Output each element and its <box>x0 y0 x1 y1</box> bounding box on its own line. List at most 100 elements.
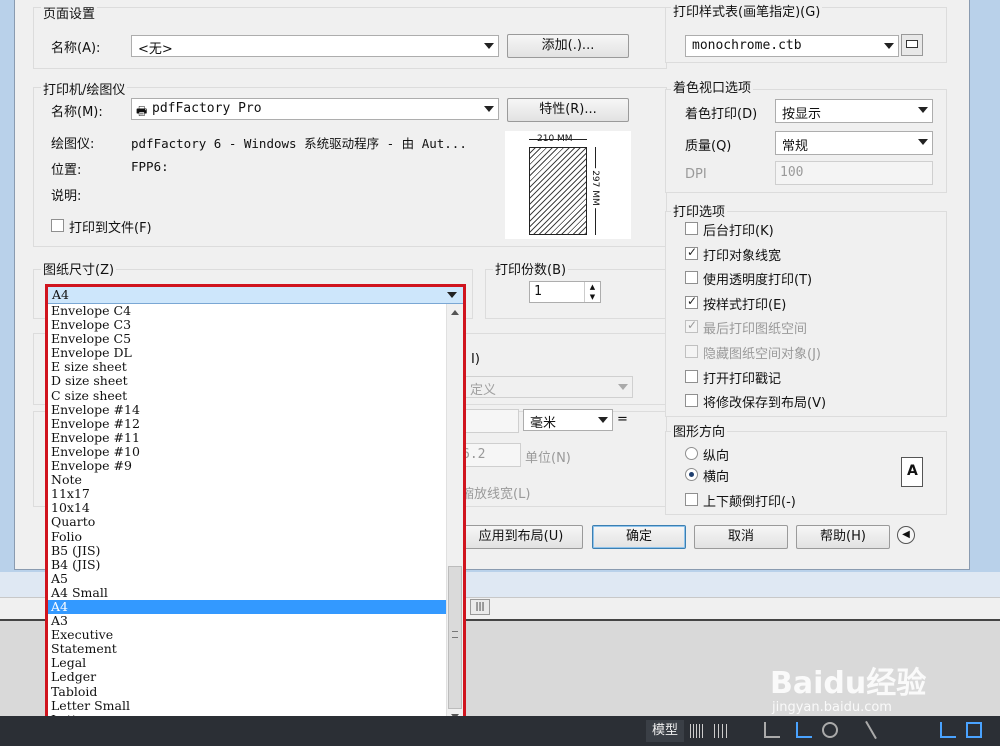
plotter-label: 绘图仪: <box>51 137 95 152</box>
paper-size-option[interactable]: 11x17 <box>48 487 446 501</box>
upside-down-checkbox[interactable] <box>685 493 698 506</box>
chevron-down-icon <box>598 417 608 423</box>
paper-size-option[interactable]: Letter Small <box>48 698 446 713</box>
landscape-radio[interactable] <box>685 468 698 481</box>
location-label: 位置: <box>51 163 82 178</box>
plot-style-select[interactable]: monochrome.ctb <box>685 35 899 57</box>
plot-option-label: 打印对象线宽 <box>703 248 782 264</box>
paper-size-option[interactable]: A3 <box>48 613 446 628</box>
chevron-down-icon <box>484 43 494 49</box>
paper-size-option[interactable]: Envelope #9 <box>48 458 446 473</box>
preview-width-line <box>529 139 587 140</box>
paper-size-option[interactable]: Ledger <box>48 670 446 684</box>
plot-option-checkbox[interactable] <box>685 271 698 285</box>
ortho-icon[interactable] <box>764 722 780 738</box>
chevron-down-icon <box>484 106 494 112</box>
paper-size-dropdown[interactable]: A4 Envelope C4 Envelope C3 Envelope C5 Enve… <box>45 284 466 728</box>
portrait-radio[interactable] <box>685 447 698 460</box>
scroll-up-icon[interactable] <box>451 310 459 315</box>
paper-size-option[interactable]: A4 <box>48 599 446 615</box>
osnap-icon[interactable] <box>822 722 838 738</box>
properties-button[interactable]: 特性(R)... <box>507 98 629 122</box>
polar-icon[interactable] <box>796 722 812 738</box>
plot-style-title: 打印样式表(画笔指定)(G) <box>671 1 823 20</box>
plot-option-checkbox[interactable] <box>685 369 698 383</box>
spin-down-icon[interactable]: ▼ <box>584 292 600 302</box>
plot-option-checkbox[interactable] <box>685 222 698 235</box>
spin-up-icon[interactable]: ▲ <box>584 282 600 292</box>
dynamic-input-icon[interactable] <box>940 722 956 738</box>
unit-select[interactable]: 毫米 <box>523 409 613 431</box>
scroll-thumb[interactable] <box>448 566 462 709</box>
paper-size-option[interactable]: C size sheet <box>48 388 446 403</box>
paper-size-option[interactable]: Folio <box>48 529 446 544</box>
selection-cycling-icon[interactable] <box>966 722 982 738</box>
paper-size-option[interactable]: Envelope C3 <box>48 317 446 332</box>
plot-options-title: 打印选项 <box>671 201 728 220</box>
paper-size-option[interactable]: 10x14 <box>48 501 446 515</box>
portrait-label: 纵向 <box>703 449 730 464</box>
custom-scale-select[interactable]: 定义 <box>455 376 633 398</box>
paper-size-option[interactable]: Envelope #12 <box>48 416 446 431</box>
shade-plot-label: 着色打印(D) <box>685 107 758 122</box>
paper-size-select[interactable]: A4 <box>48 287 463 304</box>
plot-option-label: 最后打印图纸空间 <box>703 322 808 338</box>
plot-option-checkbox[interactable] <box>685 294 698 309</box>
paper-size-option[interactable]: Tabloid <box>48 684 446 699</box>
paper-size-option[interactable]: Envelope #11 <box>48 430 446 445</box>
cancel-button[interactable]: 取消 <box>694 525 788 549</box>
paper-size-option[interactable]: Note <box>48 473 446 487</box>
chevron-down-icon <box>918 139 928 145</box>
edit-plot-style-icon[interactable] <box>901 34 923 56</box>
paper-size-option[interactable]: Envelope C4 <box>48 304 446 318</box>
paper-size-option[interactable]: Envelope #14 <box>48 402 446 417</box>
collapse-options-icon[interactable]: ◀ <box>897 526 915 544</box>
snap-icon[interactable] <box>714 724 728 738</box>
paper-list-scrollbar[interactable] <box>446 304 463 725</box>
shaded-viewport-title: 着色视口选项 <box>671 77 754 96</box>
page-setup-name-select[interactable]: <无> <box>131 35 499 57</box>
paper-preview: 210 MM 297 MM <box>505 131 631 239</box>
dpi-input[interactable]: 100 <box>775 161 933 185</box>
paper-size-option[interactable]: Quarto <box>48 515 446 529</box>
shade-plot-select[interactable]: 按显示 <box>775 99 933 123</box>
copies-title: 打印份数(B) <box>493 259 569 278</box>
otrack-icon[interactable] <box>865 720 877 740</box>
preview-height-label: 297 MM <box>589 168 600 208</box>
copies-input[interactable]: 1 ▲ ▼ <box>529 281 601 303</box>
paper-size-option[interactable]: A5 <box>48 571 446 586</box>
paper-size-option[interactable]: Executive <box>48 628 446 642</box>
paper-size-option[interactable]: A4 Small <box>48 585 446 600</box>
upside-down-label: 上下颠倒打印(-) <box>703 495 796 510</box>
paper-size-option[interactable]: Envelope C5 <box>48 332 446 346</box>
plot-option-checkbox[interactable] <box>685 345 698 358</box>
paper-size-option[interactable]: D size sheet <box>48 374 446 388</box>
paper-size-option[interactable]: Envelope DL <box>48 346 446 360</box>
print-to-file-checkbox[interactable] <box>51 219 64 232</box>
plot-option-checkbox[interactable] <box>685 245 698 260</box>
grid-icon[interactable] <box>690 724 704 738</box>
add-page-setup-button[interactable]: 添加(.)... <box>507 34 629 58</box>
help-button[interactable]: 帮助(H) <box>796 525 890 549</box>
print-to-file-label: 打印到文件(F) <box>69 221 152 236</box>
quality-select[interactable]: 常规 <box>775 131 933 155</box>
paper-size-option[interactable]: B5 (JIS) <box>48 543 446 558</box>
paper-size-option[interactable]: Statement <box>48 642 446 656</box>
landscape-label: 横向 <box>703 470 730 485</box>
paper-size-option[interactable]: Envelope #10 <box>48 444 446 459</box>
watermark-brand: Baidu经验 <box>770 666 927 701</box>
horizontal-scroll-thumb[interactable]: ||| <box>470 599 490 615</box>
page-setup-name-label: 名称(A): <box>51 41 101 56</box>
paper-size-option[interactable]: E size sheet <box>48 360 446 374</box>
plot-option-checkbox[interactable] <box>685 318 698 334</box>
model-tab[interactable]: 模型 <box>646 720 684 742</box>
baidu-watermark: Baidu经验 jingyan.baidu.com <box>762 650 962 715</box>
scale-lineweight-label: 缩放线宽(L) <box>461 487 531 502</box>
paper-size-option[interactable]: B4 (JIS) <box>48 557 446 572</box>
paper-size-option[interactable]: Legal <box>48 656 446 670</box>
apply-to-layout-button[interactable]: 应用到布局(U) <box>459 525 583 549</box>
plotter-value: pdfFactory 6 - Windows 系统驱动程序 - 由 Aut... <box>131 136 467 151</box>
plot-option-checkbox[interactable] <box>685 394 698 408</box>
printer-name-select[interactable]: 🖶 pdfFactory Pro <box>131 98 499 120</box>
ok-button[interactable]: 确定 <box>592 525 686 549</box>
